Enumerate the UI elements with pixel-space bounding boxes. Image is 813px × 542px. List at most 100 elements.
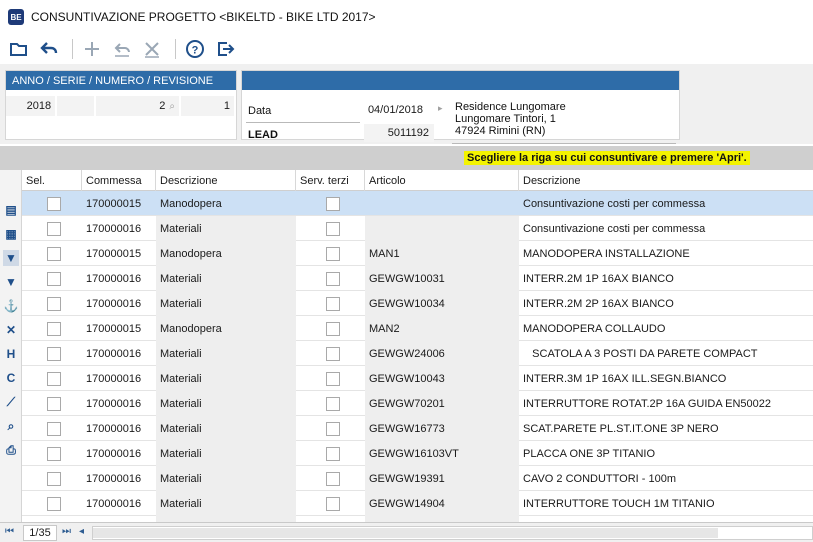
add-icon[interactable] <box>79 37 105 61</box>
serv-terzi-cell[interactable] <box>296 241 365 266</box>
column-header-descrizione[interactable]: Descrizione <box>156 170 296 191</box>
scroll-left-icon[interactable]: ◂ <box>79 526 84 537</box>
select-checkbox[interactable] <box>47 396 61 411</box>
last-page-icon[interactable]: ⏭ <box>62 526 71 537</box>
select-cell[interactable] <box>22 266 82 291</box>
remove-column-icon[interactable]: ✕ <box>3 322 19 338</box>
revisione-field[interactable]: 1 <box>180 96 234 116</box>
select-checkbox[interactable] <box>47 271 61 286</box>
select-checkbox[interactable] <box>47 446 61 461</box>
select-checkbox[interactable] <box>47 196 61 211</box>
table-row[interactable]: 170000016 Materiali GEWGW10043 INTERR.3M 1P… <box>22 366 813 391</box>
anno-field[interactable]: 2018 <box>6 96 56 116</box>
serv-terzi-cell[interactable] <box>296 266 365 291</box>
lead-field[interactable]: 5011192 <box>364 124 434 142</box>
table-row[interactable]: 170000015 Manodopera MAN2 MANODOPERA COLLAU… <box>22 316 813 341</box>
select-cell[interactable] <box>22 241 82 266</box>
serv-terzi-checkbox[interactable] <box>325 421 340 436</box>
serv-terzi-checkbox[interactable] <box>325 271 340 286</box>
select-checkbox[interactable] <box>47 371 61 386</box>
select-cell[interactable] <box>22 416 82 441</box>
horizontal-scrollbar[interactable] <box>92 526 813 540</box>
select-cell[interactable] <box>22 466 82 491</box>
scrollbar-thumb[interactable] <box>93 528 718 538</box>
select-checkbox[interactable] <box>47 321 61 336</box>
first-page-icon[interactable]: ⏮ <box>5 526 14 537</box>
table-row[interactable]: 170000016 Materiali GEWGW14904 INTERRUTTORE… <box>22 491 813 516</box>
serv-terzi-cell[interactable] <box>296 441 365 466</box>
select-cell[interactable] <box>22 441 82 466</box>
serv-terzi-checkbox[interactable] <box>325 446 340 461</box>
select-cell[interactable] <box>22 491 82 516</box>
print-icon[interactable]: ⎙ <box>3 442 19 458</box>
help-icon[interactable]: ? <box>182 37 208 61</box>
table-row[interactable]: 170000016 Materiali GEWGW16773 SCAT.PARETE … <box>22 416 813 441</box>
numero-field[interactable]: 2 ⌕ <box>96 96 179 116</box>
table-row[interactable]: 170000016 Materiali Consuntivazione costi … <box>22 216 813 241</box>
serv-terzi-checkbox[interactable] <box>325 246 340 261</box>
table-row[interactable]: 170000016 Materiali GEWGW24006 SCATOLA A 3… <box>22 341 813 366</box>
preview-icon[interactable]: ⌕ <box>3 418 19 434</box>
anchor-icon[interactable]: ⚓ <box>3 298 19 314</box>
serv-terzi-cell[interactable] <box>296 191 365 216</box>
table-row[interactable]: 170000016 Materiali GEWGW16103VT PLACCA ONE… <box>22 441 813 466</box>
table-row[interactable]: 170000015 Manodopera MAN1 MANODOPERA INSTAL… <box>22 241 813 266</box>
table-row[interactable]: 170000015 Manodopera Consuntivazione costi… <box>22 191 813 216</box>
select-cell[interactable] <box>22 366 82 391</box>
serv-terzi-cell[interactable] <box>296 341 365 366</box>
table-row[interactable]: 170000016 Materiali GEWGW10034 INTERR.2M 2P… <box>22 291 813 316</box>
select-checkbox[interactable] <box>47 496 61 511</box>
select-checkbox[interactable] <box>47 296 61 311</box>
open-folder-icon[interactable] <box>6 37 32 61</box>
serv-terzi-cell[interactable] <box>296 466 365 491</box>
serv-terzi-checkbox[interactable] <box>325 471 340 486</box>
select-cell[interactable] <box>22 191 82 216</box>
table-row[interactable]: 170000016 Materiali GEWGW10031 INTERR.2M 1P… <box>22 266 813 291</box>
chart-icon[interactable]: ⟋ <box>3 394 19 410</box>
column-icon[interactable]: C <box>3 370 19 386</box>
list-icon[interactable]: ▤ <box>3 202 19 218</box>
serv-terzi-checkbox[interactable] <box>325 396 340 411</box>
select-checkbox[interactable] <box>47 246 61 261</box>
select-checkbox[interactable] <box>47 421 61 436</box>
select-checkbox[interactable] <box>47 471 61 486</box>
serv-terzi-checkbox[interactable] <box>325 321 340 336</box>
serv-terzi-checkbox[interactable] <box>325 496 340 511</box>
filter-icon[interactable]: ▼ <box>3 250 19 266</box>
header-icon[interactable]: H <box>3 346 19 362</box>
serv-terzi-cell[interactable] <box>296 366 365 391</box>
serv-terzi-checkbox[interactable] <box>325 371 340 386</box>
select-checkbox[interactable] <box>47 221 61 236</box>
column-header-serv-terzi[interactable]: Serv. terzi <box>296 170 365 191</box>
select-cell[interactable] <box>22 341 82 366</box>
select-checkbox[interactable] <box>47 346 61 361</box>
exit-icon[interactable] <box>212 37 238 61</box>
serv-terzi-cell[interactable] <box>296 416 365 441</box>
serv-terzi-cell[interactable] <box>296 491 365 516</box>
serv-terzi-checkbox[interactable] <box>325 346 340 361</box>
serv-terzi-checkbox[interactable] <box>325 296 340 311</box>
column-header-articolo[interactable]: Articolo <box>365 170 519 191</box>
filter-clear-icon[interactable]: ▼ <box>3 274 19 290</box>
table-icon[interactable]: ▦ <box>3 226 19 242</box>
serv-terzi-cell[interactable] <box>296 291 365 316</box>
column-header-commessa[interactable]: Commessa <box>82 170 156 191</box>
table-row[interactable]: 170000016 Materiali GEWGW19391 CAVO 2 CONDU… <box>22 466 813 491</box>
serv-terzi-cell[interactable] <box>296 391 365 416</box>
serv-terzi-cell[interactable] <box>296 216 365 241</box>
data-field[interactable]: 04/01/2018 <box>364 101 428 119</box>
select-cell[interactable] <box>22 216 82 241</box>
select-cell[interactable] <box>22 316 82 341</box>
search-icon[interactable]: ⌕ <box>169 101 175 112</box>
select-cell[interactable] <box>22 391 82 416</box>
undo-row-icon[interactable] <box>109 37 135 61</box>
select-cell[interactable] <box>22 291 82 316</box>
serv-terzi-cell[interactable] <box>296 316 365 341</box>
serie-field[interactable] <box>57 96 95 116</box>
serv-terzi-checkbox[interactable] <box>325 196 340 211</box>
undo-icon[interactable] <box>36 37 62 61</box>
table-row[interactable]: 170000016 Materiali GEWGW70201 INTERRUTTORE… <box>22 391 813 416</box>
serv-terzi-checkbox[interactable] <box>325 221 340 236</box>
delete-icon[interactable] <box>139 37 165 61</box>
column-header-descrizione-articolo[interactable]: Descrizione <box>519 170 813 191</box>
